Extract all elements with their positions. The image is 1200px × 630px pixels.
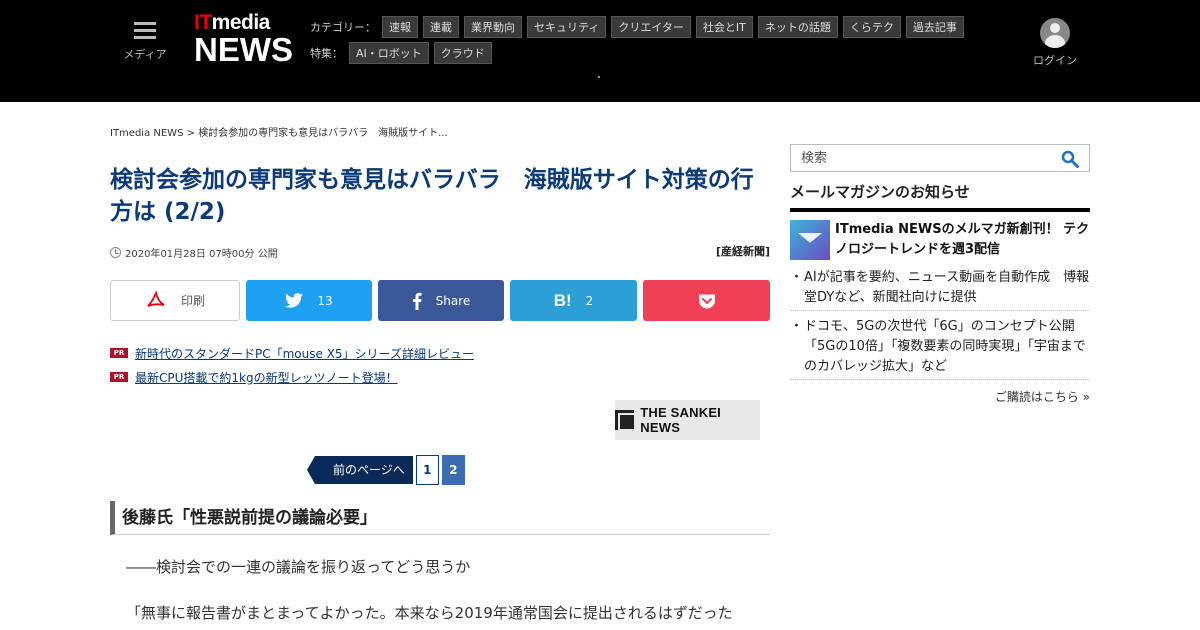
header-divider-dot — [598, 76, 600, 78]
sankei-news-text: THE SANKEI NEWS — [640, 405, 721, 435]
mailmag-list: AIが記事を要約、ニュース動画を自動作成 博報堂DYなど、新聞社向けに提供 ドコ… — [790, 268, 1090, 386]
category-tag-series[interactable]: 連載 — [423, 16, 459, 38]
user-avatar-icon — [1040, 18, 1070, 48]
publish-date-text: 2020年01月28日 07時00分 公開 — [125, 249, 278, 260]
facebook-share-label: Share — [435, 293, 471, 308]
pr-link-mouse-x5[interactable]: 新時代のスタンダードPC「mouse X5」シリーズ詳細レビュー — [135, 345, 474, 362]
twitter-share-button[interactable]: 13 — [246, 280, 372, 321]
category-tag-kuratech[interactable]: くらテク — [842, 16, 901, 38]
breadcrumb: ITmedia NEWS > 検討会参加の専門家も意見はバラバラ 海賊版サイト.… — [110, 124, 448, 139]
mailmag-feature[interactable]: ITmedia NEWSのメルマガ新創刊！ テクノロジートレンドを週3配信 — [790, 220, 1090, 260]
page-current-2: 2 — [441, 455, 465, 485]
category-tag-net-topics[interactable]: ネットの話題 — [757, 16, 838, 38]
hamburger-icon — [134, 22, 156, 40]
body-paragraph: 「無事に報告書がまとまってよかった。本来なら2019年通常国会に提出されるはずだ… — [126, 604, 733, 622]
pr-badge: PR — [110, 372, 128, 382]
previous-page-button[interactable]: 前のページへ — [307, 456, 413, 484]
feature-nav: 特集： AI・ロボット クラウド — [310, 42, 497, 64]
hatena-bookmark-button[interactable]: B! 2 — [510, 280, 637, 321]
category-nav: カテゴリー： 速報 連載 業界動向 セキュリティ クリエイター 社会とIT ネッ… — [310, 16, 969, 38]
logo-news: NEWS — [194, 31, 293, 68]
category-tag-breaking[interactable]: 速報 — [382, 16, 418, 38]
category-tag-archive[interactable]: 過去記事 — [905, 16, 964, 38]
mailmag-feature-text: ITmedia NEWSのメルマガ新創刊！ テクノロジートレンドを週3配信 — [835, 222, 1090, 257]
pr-links: PR 新時代のスタンダードPC「mouse X5」シリーズ詳細レビュー PR 最… — [110, 341, 474, 389]
print-label: 印刷 — [180, 294, 205, 308]
pagination: 前のページへ 1 2 — [307, 455, 465, 485]
hatena-bookmark-icon: B! — [553, 290, 572, 310]
body-paragraph: ――検討会での一連の議論を振り返ってどう思うか — [126, 558, 471, 576]
mailmag-heading: メールマガジンのお知らせ — [790, 181, 1090, 212]
section-heading: 後藤氏「性悪説前提の議論必要」 — [110, 501, 770, 535]
sankei-news-logo[interactable]: THE SANKEI NEWS — [615, 400, 760, 440]
pr-badge: PR — [110, 348, 128, 358]
mail-envelope-icon — [790, 220, 830, 260]
feature-tag-ai-robot[interactable]: AI・ロボット — [349, 42, 429, 64]
login-label: ログイン — [1033, 54, 1077, 67]
publish-date: 2020年01月28日 07時00分 公開 — [110, 245, 278, 260]
search-input[interactable] — [791, 145, 1051, 171]
breadcrumb-separator: > — [186, 128, 195, 139]
feature-tag-cloud[interactable]: クラウド — [433, 42, 492, 64]
sankei-emblem-icon — [615, 410, 637, 431]
article-source: [産経新聞] — [715, 245, 770, 258]
category-tag-industry[interactable]: 業界動向 — [464, 16, 522, 38]
facebook-share-button[interactable]: Share — [378, 280, 504, 321]
category-tag-society[interactable]: 社会とIT — [695, 16, 753, 38]
login-button[interactable]: ログイン — [1030, 18, 1080, 68]
category-tag-security[interactable]: セキュリティ — [527, 16, 607, 38]
itmedia-news-logo[interactable]: ITmedia NEWS — [194, 12, 294, 68]
pocket-save-button[interactable] — [643, 280, 770, 321]
search-icon[interactable] — [1061, 150, 1079, 168]
pocket-icon — [698, 293, 716, 309]
pr-item: PR 新時代のスタンダードPC「mouse X5」シリーズ詳細レビュー — [110, 341, 474, 365]
category-label: カテゴリー： — [310, 21, 376, 34]
feature-label: 特集： — [310, 47, 343, 60]
clock-icon — [110, 247, 121, 258]
subscribe-link[interactable]: ご購読はこちら » — [790, 388, 1090, 405]
site-header: メディア ITmedia NEWS カテゴリー： 速報 連載 業界動向 セキュリ… — [0, 0, 1200, 102]
share-buttons: 印刷 13 Share B! 2 — [110, 280, 770, 321]
page-link-1[interactable]: 1 — [415, 455, 439, 485]
twitter-icon — [285, 293, 304, 308]
breadcrumb-home-link[interactable]: ITmedia NEWS — [110, 128, 183, 139]
site-search — [790, 144, 1090, 172]
article-title: 検討会参加の専門家も意見はバラバラ 海賊版サイト対策の行方は (2/2) — [110, 167, 754, 225]
category-tag-creator[interactable]: クリエイター — [611, 16, 691, 38]
twitter-share-count: 13 — [317, 293, 333, 308]
pr-item: PR 最新CPU搭載で約1kgの新型レッツノート登場！ — [110, 365, 474, 389]
pr-link-lets-note[interactable]: 最新CPU搭載で約1kgの新型レッツノート登場！ — [135, 369, 398, 386]
media-menu-button[interactable]: メディア — [122, 22, 168, 62]
pdf-icon — [145, 290, 167, 311]
hatena-bookmark-count: 2 — [585, 293, 594, 308]
breadcrumb-current: 検討会参加の専門家も意見はバラバラ 海賊版サイト... — [198, 128, 448, 139]
facebook-icon — [412, 292, 422, 310]
media-menu-label: メディア — [123, 48, 167, 61]
list-item[interactable]: ドコモ、5Gの次世代「6G」のコンセプト公開 「5Gの10倍」「複数要素の同時実… — [790, 317, 1090, 380]
list-item[interactable]: AIが記事を要約、ニュース動画を自動作成 博報堂DYなど、新聞社向けに提供 — [790, 268, 1090, 311]
print-button[interactable]: 印刷 — [110, 280, 240, 321]
